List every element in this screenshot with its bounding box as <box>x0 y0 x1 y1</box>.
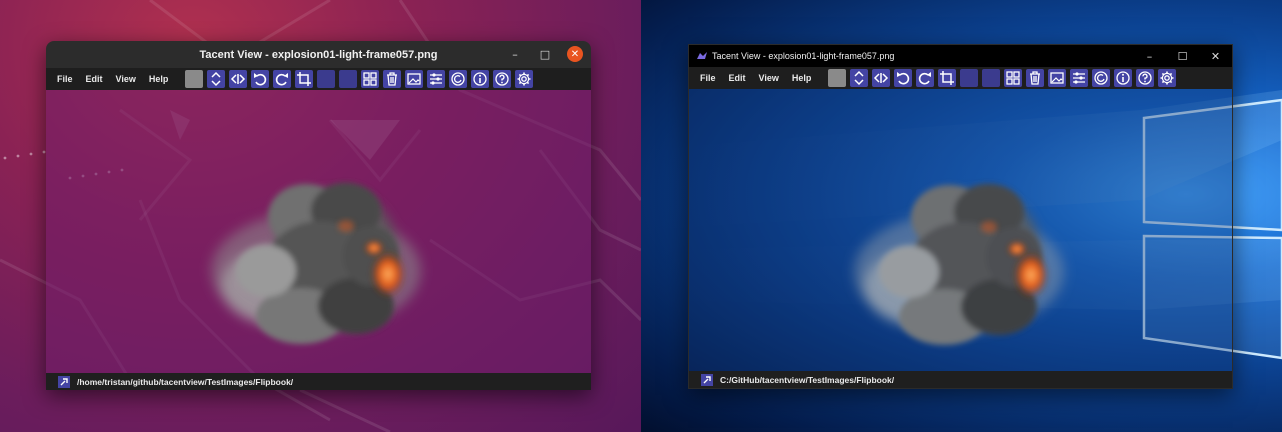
info-icon[interactable] <box>1114 69 1133 87</box>
status-bar: C:/GitHub/tacentview/TestImages/Flipbook… <box>689 371 1232 388</box>
title-bar[interactable]: Tacent View - explosion01-light-frame057… <box>46 41 591 68</box>
preferences-icon[interactable] <box>427 70 446 88</box>
file-path: /home/tristan/github/tacentview/TestImag… <box>77 376 294 387</box>
refresh-icon[interactable] <box>449 70 468 88</box>
file-path: C:/GitHub/tacentview/TestImages/Flipbook… <box>720 374 895 385</box>
tacent-app-icon <box>697 52 707 59</box>
info-icon[interactable] <box>471 70 490 88</box>
help-icon[interactable] <box>1136 69 1155 87</box>
color-swatch-icon[interactable] <box>185 70 204 88</box>
window-title: Tacent View - explosion01-light-frame057… <box>199 48 438 61</box>
channel-icon[interactable] <box>960 69 979 87</box>
toolbar <box>185 70 534 88</box>
alpha-icon[interactable] <box>339 70 358 88</box>
title-bar[interactable]: Tacent View - explosion01-light-frame057… <box>689 45 1232 67</box>
crop-icon[interactable] <box>295 70 314 88</box>
minimize-button[interactable]: – <box>1133 45 1166 67</box>
settings-icon[interactable] <box>515 70 534 88</box>
delete-icon[interactable] <box>1026 69 1045 87</box>
toolbar <box>828 69 1177 87</box>
delete-icon[interactable] <box>383 70 402 88</box>
menu-help[interactable]: Help <box>149 74 169 84</box>
settings-icon[interactable] <box>1158 69 1177 87</box>
explosion-image <box>211 183 421 344</box>
menu-edit[interactable]: Edit <box>86 74 103 84</box>
help-icon[interactable] <box>493 70 512 88</box>
color-swatch-icon[interactable] <box>828 69 847 87</box>
explosion-image <box>854 184 1064 345</box>
minimize-button[interactable]: – <box>507 46 523 62</box>
menu-file[interactable]: File <box>700 73 716 83</box>
menu-edit[interactable]: Edit <box>729 73 746 83</box>
edit-image-icon[interactable] <box>1048 69 1067 87</box>
window-title: Tacent View - explosion01-light-frame057… <box>712 51 895 61</box>
image-viewport[interactable] <box>46 90 591 373</box>
menu-view[interactable]: View <box>116 74 136 84</box>
rotate-left-icon[interactable] <box>251 70 270 88</box>
contact-sheet-icon[interactable] <box>1004 69 1023 87</box>
menu-help[interactable]: Help <box>792 73 812 83</box>
crop-icon[interactable] <box>938 69 957 87</box>
edit-image-icon[interactable] <box>405 70 424 88</box>
menu-bar: File Edit View Help <box>46 68 591 90</box>
refresh-icon[interactable] <box>1092 69 1111 87</box>
channel-icon[interactable] <box>317 70 336 88</box>
rotate-left-icon[interactable] <box>894 69 913 87</box>
image-viewport[interactable] <box>689 89 1232 371</box>
menu-file[interactable]: File <box>57 74 73 84</box>
maximize-button[interactable]: □ <box>537 46 553 62</box>
maximize-button[interactable]: ☐ <box>1166 45 1199 67</box>
rotate-right-icon[interactable] <box>916 69 935 87</box>
ubuntu-tacent-view-window: Tacent View - explosion01-light-frame057… <box>46 41 591 390</box>
flip-horizontal-icon[interactable] <box>872 69 891 87</box>
status-bar: /home/tristan/github/tacentview/TestImag… <box>46 373 591 390</box>
rotate-right-icon[interactable] <box>273 70 292 88</box>
flip-vertical-icon[interactable] <box>207 70 226 88</box>
close-button[interactable]: ✕ <box>1199 45 1232 67</box>
alpha-icon[interactable] <box>982 69 1001 87</box>
preferences-icon[interactable] <box>1070 69 1089 87</box>
contact-sheet-icon[interactable] <box>361 70 380 88</box>
close-button[interactable]: ✕ <box>567 46 583 62</box>
menu-bar: File Edit View Help <box>689 67 1232 89</box>
navigate-up-icon[interactable] <box>701 373 713 386</box>
flip-vertical-icon[interactable] <box>850 69 869 87</box>
navigate-up-icon[interactable] <box>58 375 70 388</box>
windows-tacent-view-window: Tacent View - explosion01-light-frame057… <box>688 44 1233 389</box>
flip-horizontal-icon[interactable] <box>229 70 248 88</box>
menu-view[interactable]: View <box>759 73 779 83</box>
